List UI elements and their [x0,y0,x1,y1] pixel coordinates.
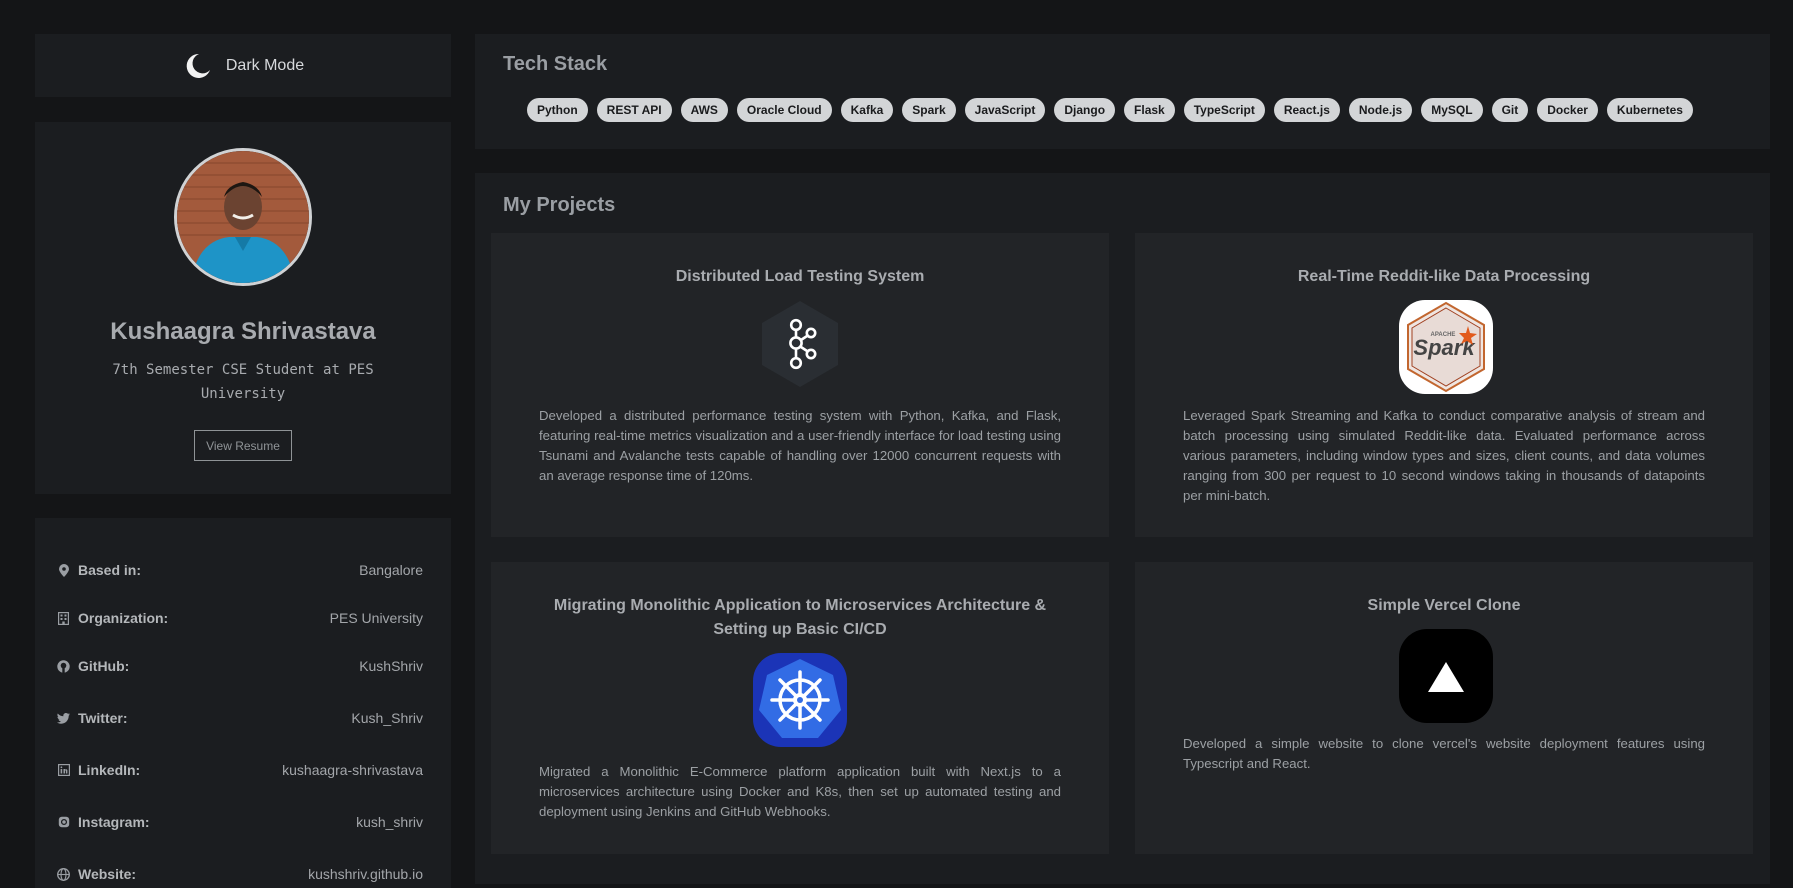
info-row-twitter: Twitter: Kush_Shriv [57,708,423,728]
profile-name: Kushaagra Shrivastava [110,318,376,345]
avatar [174,148,312,286]
website-link[interactable]: kushshriv.github.io [308,866,423,882]
kafka-logo-icon [755,299,845,389]
linkedin-link[interactable]: kushaagra-shrivastava [282,762,423,778]
project-card[interactable]: Distributed Load Testing System Develope… [491,233,1109,537]
tech-tag: REST API [596,98,672,122]
vercel-logo-icon [1398,628,1494,724]
info-row-organization: Organization: PES University [57,608,423,628]
tech-tag: JavaScript [964,98,1046,122]
view-resume-button[interactable]: View Resume [194,430,292,461]
info-row-linkedin: LinkedIn: kushaagra-shrivastava [57,760,423,780]
info-key: Twitter: [78,710,128,726]
moon-icon [182,51,212,81]
project-title: Real-Time Reddit-like Data Processing [1297,268,1591,285]
map-pin-icon [57,563,70,577]
github-icon [57,659,70,673]
tech-tag: Node.js [1348,98,1413,122]
project-description: Migrated a Monolithic E-Commerce platfor… [539,764,1061,819]
info-key: Organization: [78,610,169,626]
info-value: Bangalore [359,562,423,578]
project-description: Developed a simple website to clone verc… [1183,736,1705,771]
tech-tag: Kafka [840,98,894,122]
instagram-icon [57,816,70,829]
tech-tag: Docker [1537,98,1598,122]
twitter-icon [57,712,70,725]
info-row-based-in: Based in: Bangalore [57,560,423,580]
project-card[interactable]: Real-Time Reddit-like Data Processing AP… [1135,233,1753,537]
tech-stack-title: Tech Stack [503,53,608,75]
dark-mode-label: Dark Mode [225,56,305,74]
info-row-github: GitHub: KushShriv [57,656,423,676]
projects-section: My Projects Distributed Load Testing Sys… [475,173,1770,884]
tech-tag: MySQL [1421,98,1483,122]
project-card[interactable]: Simple Vercel Clone Developed a simple w… [1135,562,1753,854]
tech-tag: Git [1491,98,1529,122]
info-key: Website: [78,866,137,882]
dark-mode-toggle[interactable]: Dark Mode [35,34,451,97]
project-title: Simple Vercel Clone [1367,597,1521,614]
projects-title: My Projects [503,194,616,216]
project-description: Developed a distributed performance test… [539,408,1061,483]
spark-logo-icon: APACHE Spark [1398,299,1494,395]
info-row-instagram: Instagram: kush_shriv [57,812,423,832]
info-key: Instagram: [78,814,150,830]
info-key: LinkedIn: [78,762,141,778]
profile-card: Kushaagra Shrivastava 7th Semester CSE S… [35,122,451,494]
twitter-link[interactable]: Kush_Shriv [351,710,423,726]
tech-stack-section: Tech Stack Python REST API AWS Oracle Cl… [475,34,1770,149]
project-title: Distributed Load Testing System [675,268,925,285]
tech-tag-list: Python REST API AWS Oracle Cloud Kafka S… [527,98,1693,122]
project-description: Leveraged Spark Streaming and Kafka to c… [1183,408,1705,503]
linkedin-icon [57,764,70,777]
project-card[interactable]: Migrating Monolithic Application to Micr… [491,562,1109,854]
profile-subtitle: 7th Semester CSE Student at PES Universi… [112,362,374,402]
globe-icon [57,867,70,881]
info-row-website: Website: kushshriv.github.io [57,864,423,884]
info-value: PES University [329,610,423,626]
info-key: GitHub: [78,658,130,674]
building-icon [57,611,70,625]
tech-tag: AWS [680,98,728,122]
tech-tag: React.js [1273,98,1340,122]
github-link[interactable]: KushShriv [359,658,423,674]
instagram-link[interactable]: kush_shriv [356,814,423,830]
tech-tag: Flask [1124,98,1175,122]
tech-tag: Oracle Cloud [736,98,832,122]
project-title: Migrating Monolithic Application to Micr… [553,597,1047,638]
info-key: Based in: [78,562,142,578]
tech-tag: TypeScript [1183,98,1265,122]
kubernetes-logo-icon [751,652,849,748]
tech-tag: Kubernetes [1606,98,1693,122]
tech-tag: Django [1054,98,1116,122]
tech-tag: Python [527,98,588,122]
tech-tag: Spark [902,98,956,122]
info-card: Based in: Bangalore Organization: PES Un… [35,518,451,888]
